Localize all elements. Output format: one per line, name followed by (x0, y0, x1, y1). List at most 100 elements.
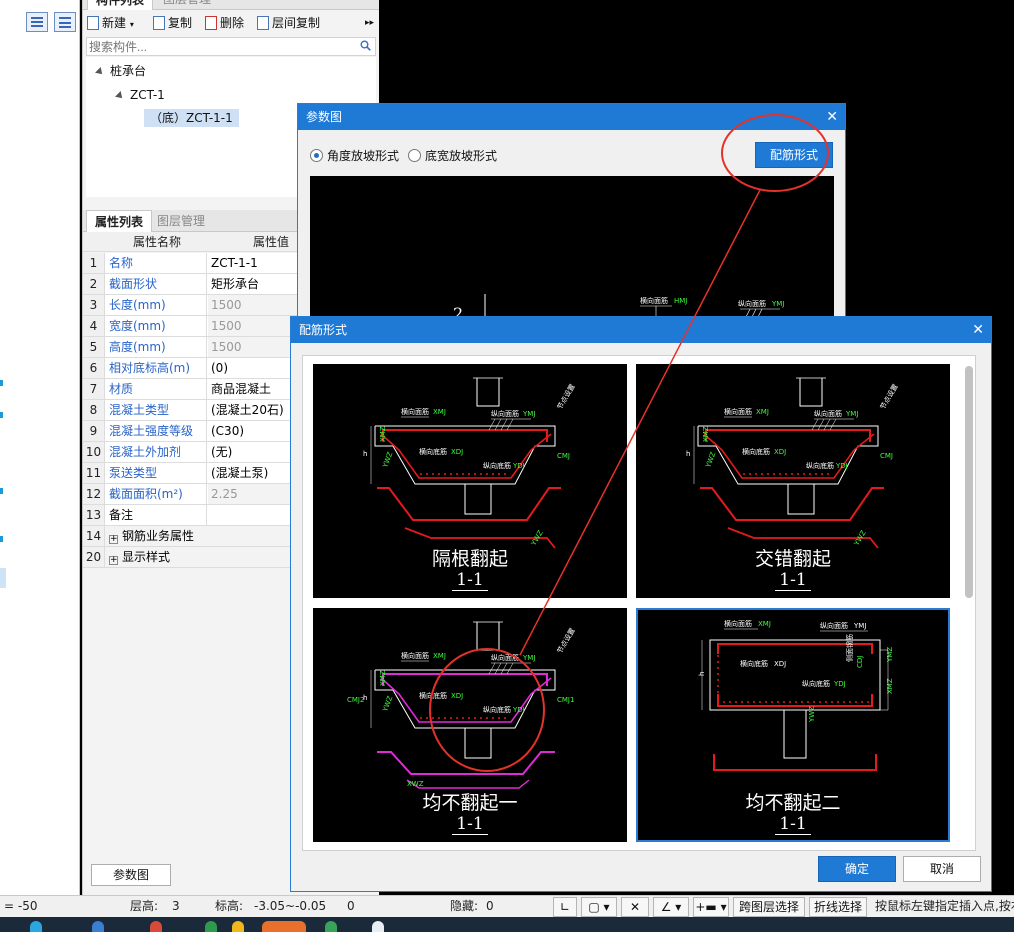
property-name: 材质 (106, 379, 207, 399)
rebar-option-drawing: 横向面筋 XMJ 纵向面筋 YMJ 横向底筋 XDJ 纵向底筋 YDJ CMJ 节点设置 h XMZ Y… (686, 377, 900, 549)
drawing-label: 横向面筋 (724, 407, 752, 416)
param-dialog: 参数图 ✕ 角度放坡形式 底宽放坡形式 配筋形式 2 横向面筋 HMJ 纵向面筋… (297, 103, 846, 324)
tree-node-root[interactable]: 桩承台 (95, 62, 146, 80)
ortho-icon[interactable]: ∟ (553, 897, 577, 917)
rebar-option-title: 隔根翻起 (431, 548, 508, 570)
drawing-line (705, 429, 871, 442)
drawing-label: YDJ (833, 680, 846, 688)
drawing-label: YMJ (845, 410, 858, 418)
rebar-option-section: 1-1 (315, 814, 625, 835)
offset-icon[interactable]: +▬ ▾ (693, 897, 729, 917)
drawing-dot (779, 473, 781, 475)
taskbar-app-icon[interactable] (150, 921, 162, 932)
tab-property-list[interactable]: 属性列表 (86, 210, 153, 232)
radio-checked-icon (310, 149, 323, 162)
drawing-dot (765, 701, 767, 703)
cross-icon[interactable]: ✕ (621, 897, 649, 917)
section-mark: 1-1 (775, 570, 811, 591)
drawing-line (829, 418, 837, 431)
rebar-form-button[interactable]: 配筋形式 (755, 142, 833, 168)
taskbar-app-icon[interactable] (325, 921, 337, 932)
snap-box-icon[interactable]: ▢ ▾ (581, 897, 617, 917)
drawing-dot (785, 473, 787, 475)
radio-angle-slope[interactable]: 角度放坡形式 (310, 148, 399, 164)
drawing-label: 节点设置 (555, 626, 577, 655)
radio-width-slope[interactable]: 底宽放坡形式 (408, 148, 497, 164)
taskbar-app-icon[interactable] (232, 921, 244, 932)
tab-component-list[interactable]: 构件列表 (87, 0, 154, 10)
drawing-line (823, 418, 831, 431)
drawing-label: 节点设置 (555, 382, 577, 411)
rebar-option-3[interactable]: 横向面筋 XMJ 纵向面筋 YMJ 横向底筋 XDJ 纵向底筋 YDJ CMJ1 节点设置 h XMZ… (313, 608, 627, 842)
drawing-line (382, 429, 548, 442)
rebar-option-4[interactable]: 横向面筋 XMJ 纵向面筋 YMJ 横向底筋 XDJ 纵向底筋 YDJ h 侧面钢筋 CDJ YMZ X… (636, 608, 950, 842)
rebar-option-section: 1-1 (315, 570, 625, 591)
search-icon[interactable] (360, 40, 371, 51)
taskbar-app-icon[interactable] (92, 921, 104, 932)
property-name: 高度(mm) (106, 337, 207, 357)
new-icon (87, 16, 99, 30)
drawing-line (717, 694, 873, 707)
ok-button[interactable]: 确定 (818, 856, 896, 882)
search-box (86, 37, 376, 56)
drawing-dot (474, 717, 476, 719)
param-diagram-button[interactable]: 参数图 (91, 864, 171, 886)
drawing-dot (462, 717, 464, 719)
scrollbar[interactable] (965, 366, 973, 846)
polyline-select-button[interactable]: 折线选择 (809, 897, 867, 917)
taskbar-active-app-icon[interactable] (262, 921, 306, 932)
drawing-dot (773, 473, 775, 475)
expand-icon[interactable] (115, 91, 125, 101)
section-mark: 1-1 (775, 814, 811, 835)
angle-icon[interactable]: ∠ ▾ (653, 897, 689, 917)
drawing-label: XMZ (379, 670, 387, 686)
expand-icon[interactable] (95, 67, 105, 77)
drawing-label: YWZ (808, 706, 816, 723)
cross-layer-select-button[interactable]: 跨图层选择 (733, 897, 805, 917)
taskbar-app-icon[interactable] (30, 921, 42, 932)
copy-button[interactable]: 复制 (153, 14, 192, 32)
dropdown-arrow-icon[interactable]: ▾ (130, 20, 134, 29)
more-icon[interactable]: ▸▸ (365, 14, 374, 32)
taskbar-app-icon[interactable] (205, 921, 217, 932)
delete-button[interactable]: 删除 (205, 14, 244, 32)
tree-node-child[interactable]: ZCT-1 (115, 86, 165, 104)
rebar-option-1[interactable]: 横向面筋 XMJ 纵向面筋 YMJ 横向底筋 XDJ 纵向底筋 YDJ CMJ 节点设置 h XMZ Y… (313, 364, 627, 598)
tab-layer-manage[interactable]: 图层管理 (155, 0, 219, 10)
delete-icon (205, 16, 217, 30)
taskbar-app-icon[interactable] (372, 921, 384, 932)
drawing-dot (795, 701, 797, 703)
drawing-line (783, 710, 807, 759)
property-index: 14 (83, 526, 105, 546)
drawing-label: h (363, 450, 367, 458)
rebar-option-2[interactable]: 横向面筋 XMJ 纵向面筋 YMJ 横向底筋 XDJ 纵向底筋 YDJ CMJ 节点设置 h XMZ Y… (636, 364, 950, 598)
close-icon[interactable]: ✕ (826, 104, 838, 130)
scrollbar-thumb[interactable] (965, 366, 973, 598)
property-index: 6 (83, 358, 105, 378)
expand-plus-icon[interactable]: + (109, 535, 118, 544)
drawing-dot (813, 701, 815, 703)
property-name: 相对底标高(m) (106, 358, 207, 378)
property-name-text: 混凝土类型 (109, 403, 170, 417)
cancel-button[interactable]: 取消 (903, 856, 981, 882)
expand-plus-icon[interactable]: + (109, 556, 118, 565)
property-index: 5 (83, 337, 105, 357)
search-input[interactable] (87, 38, 347, 55)
drawing-dot (504, 717, 506, 719)
drawing-label: 纵向面筋 (820, 621, 848, 630)
floor-copy-button[interactable]: 层间复制 (257, 14, 320, 32)
grid-view-icon[interactable] (54, 12, 76, 32)
drawing-dot (498, 717, 500, 719)
drawing-dot (855, 701, 857, 703)
new-button[interactable]: 新建 ▾ (87, 14, 134, 32)
tab-prop-layer-manage[interactable]: 图层管理 (149, 210, 213, 232)
drawing-dot (420, 473, 422, 475)
tree-node-leaf[interactable]: （底）ZCT-1-1 (144, 109, 239, 127)
property-index: 9 (83, 421, 105, 441)
close-icon[interactable]: ✕ (972, 317, 984, 343)
param-dialog-title-text: 参数图 (306, 110, 343, 124)
drawing-line (382, 673, 548, 686)
list-view-icon[interactable] (26, 12, 48, 32)
property-index: 2 (83, 274, 105, 294)
elevation-value: -3.05~-0.05 (254, 899, 327, 913)
